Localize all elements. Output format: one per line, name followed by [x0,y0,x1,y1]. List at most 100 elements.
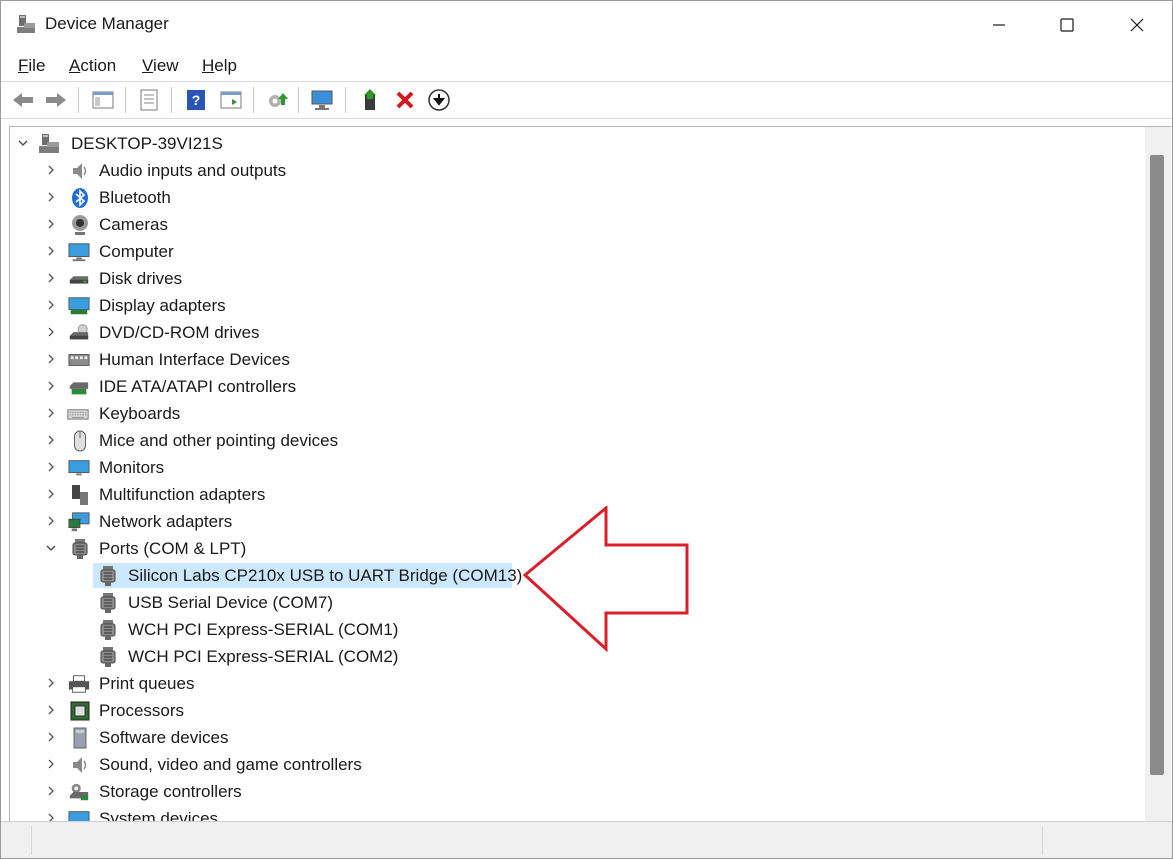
scan-hardware-button[interactable] [309,87,337,113]
chevron-right-icon[interactable] [44,244,58,258]
annotation-arrow [522,506,689,653]
chevron-right-icon[interactable] [44,271,58,285]
menu-view[interactable]: View [142,56,179,76]
uninstall-x-icon [396,91,414,109]
category-disk-drives[interactable]: Disk drives [10,265,1146,292]
port-connector-icon [100,620,116,640]
back-button[interactable] [9,87,37,113]
category-system-devices[interactable]: System devices [10,805,1146,821]
menu-file[interactable]: File [18,56,45,76]
category-label: Human Interface Devices [99,350,290,369]
category-label: Multifunction adapters [99,485,266,504]
update-driver-icon [269,93,288,107]
close-button[interactable] [1102,1,1172,49]
category-label: Keyboards [99,404,181,423]
hid-icon [68,354,90,366]
uninstall-device-button[interactable] [391,87,419,113]
category-label: Cameras [99,215,168,234]
toolbar-separator [125,87,126,113]
category-software-devices[interactable]: Software devices [10,724,1146,751]
chevron-right-icon[interactable] [44,433,58,447]
category-keyboards[interactable]: Keyboards [10,400,1146,427]
scan-hardware-icon [311,90,333,110]
category-dvd-drives[interactable]: DVD/CD-ROM drives [10,319,1146,346]
chevron-right-icon[interactable] [44,379,58,393]
menu-action[interactable]: Action [69,56,116,76]
mouse-icon [74,430,86,452]
chevron-right-icon[interactable] [44,406,58,420]
chevron-right-icon[interactable] [44,460,58,474]
chevron-right-icon[interactable] [44,298,58,312]
chevron-right-icon[interactable] [44,514,58,528]
vertical-scrollbar[interactable] [1145,126,1171,821]
webcam-icon [72,215,88,235]
bluetooth-icon [72,188,88,208]
chevron-right-icon[interactable] [44,703,58,717]
chevron-right-icon[interactable] [44,784,58,798]
toolbar-separator [171,87,172,113]
menu-divider [1,81,1172,82]
category-hid[interactable]: Human Interface Devices [10,346,1146,373]
back-arrow-icon [13,93,33,107]
chevron-right-icon[interactable] [44,352,58,366]
menu-help[interactable]: Help [202,56,237,76]
chevron-right-icon[interactable] [44,730,58,744]
chevron-right-icon[interactable] [44,325,58,339]
software-device-icon [73,727,87,749]
help-icon: ? [187,90,205,110]
category-ide[interactable]: IDE ATA/ATAPI controllers [10,373,1146,400]
minimize-button[interactable] [964,1,1034,49]
device-manager-window: Device Manager File Action View Help ? D… [0,0,1173,859]
category-audio[interactable]: Audio inputs and outputs [10,157,1146,184]
category-computer[interactable]: Computer [10,238,1146,265]
toolbar: ? [1,83,1172,117]
category-label: Network adapters [99,512,233,531]
category-label: DVD/CD-ROM drives [99,323,260,342]
toolbar-separator [78,87,79,113]
help-button[interactable]: ? [182,87,210,113]
category-label: Display adapters [99,296,226,315]
port-connector-icon [100,647,116,667]
chevron-right-icon[interactable] [44,487,58,501]
chevron-down-icon[interactable] [44,541,58,555]
monitor-icon [68,243,90,262]
category-label: IDE ATA/ATAPI controllers [99,377,297,396]
forward-arrow-icon [46,93,66,107]
category-sound[interactable]: Sound, video and game controllers [10,751,1146,778]
scrollbar-thumb[interactable] [1150,155,1164,775]
tree-root[interactable]: DESKTOP-39VI21S [10,130,1146,157]
chevron-right-icon[interactable] [44,757,58,771]
keyboard-icon [67,409,89,420]
maximize-button[interactable] [1032,1,1102,49]
chevron-right-icon[interactable] [44,217,58,231]
category-label: Bluetooth [99,188,171,207]
show-hide-console-tree-button[interactable] [89,87,117,113]
category-multifunction[interactable]: Multifunction adapters [10,481,1146,508]
port-connector-icon [72,539,88,559]
category-bluetooth[interactable]: Bluetooth [10,184,1146,211]
category-display-adapters[interactable]: Display adapters [10,292,1146,319]
device-label: WCH PCI Express-SERIAL (COM2) [128,647,399,666]
category-storage-controllers[interactable]: Storage controllers [10,778,1146,805]
category-processors[interactable]: Processors [10,697,1146,724]
category-label: Mice and other pointing devices [99,431,339,450]
chevron-right-icon[interactable] [44,163,58,177]
disable-device-button[interactable] [425,87,453,113]
category-cameras[interactable]: Cameras [10,211,1146,238]
category-label: Storage controllers [99,782,242,801]
category-monitors[interactable]: Monitors [10,454,1146,481]
properties-button[interactable] [135,87,163,113]
view-run-icon [220,91,242,109]
monitor-icon [68,460,90,476]
forward-button[interactable] [42,87,70,113]
dvd-drive-icon [69,324,89,340]
chevron-right-icon[interactable] [44,190,58,204]
root-label: DESKTOP-39VI21S [71,134,223,153]
category-mice[interactable]: Mice and other pointing devices [10,427,1146,454]
update-driver-button[interactable] [263,87,291,113]
add-driver-button[interactable] [358,87,386,113]
category-print-queues[interactable]: Print queues [10,670,1146,697]
chevron-right-icon[interactable] [44,676,58,690]
view-button[interactable] [217,87,245,113]
chevron-down-icon[interactable] [16,136,30,150]
